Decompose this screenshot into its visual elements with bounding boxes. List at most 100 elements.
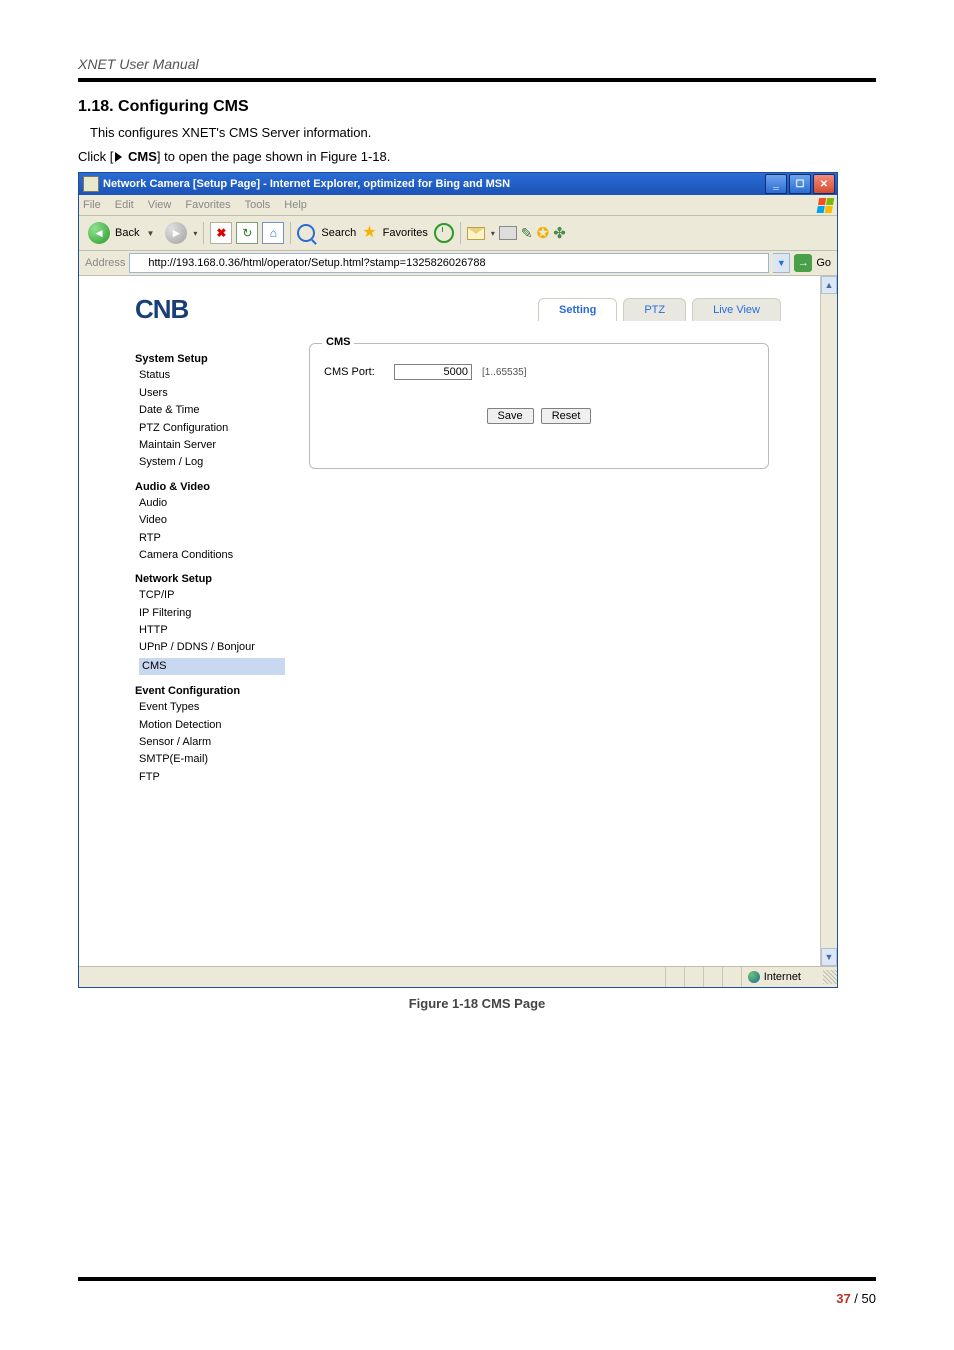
edit-icon[interactable]: ✎ [521, 225, 533, 242]
chevron-down-icon: ▼ [146, 229, 154, 238]
go-label: Go [816, 257, 831, 269]
minimize-button[interactable]: ‗ [765, 174, 787, 194]
window-title: Network Camera [Setup Page] - Internet E… [103, 178, 765, 190]
sidebar-item-systemlog[interactable]: System / Log [139, 455, 285, 470]
toolbar: ◄ Back ▼ ► ▾ ✖ ↻ ⌂ Search ★ Favorites ▾ … [79, 216, 837, 251]
sidebar-item-upnp[interactable]: UPnP / DDNS / Bonjour [139, 640, 285, 655]
sidebar-item-status[interactable]: Status [139, 368, 285, 383]
menu-help[interactable]: Help [284, 199, 307, 211]
menu-tools[interactable]: Tools [245, 199, 271, 211]
home-button[interactable]: ⌂ [262, 222, 284, 244]
fwd-dd[interactable]: ▾ [193, 229, 197, 238]
sidebar-item-datetime[interactable]: Date & Time [139, 403, 285, 418]
intro-text: This configures XNET's CMS Server inform… [90, 124, 876, 142]
address-bar: Address http://193.168.0.36/html/operato… [79, 251, 837, 276]
search-label[interactable]: Search [321, 227, 356, 239]
maximize-button[interactable]: ☐ [789, 174, 811, 194]
scroll-down-icon[interactable]: ▼ [821, 948, 837, 966]
menu-view[interactable]: View [148, 199, 172, 211]
cms-port-range: [1..65535] [482, 367, 526, 378]
menu-favorites[interactable]: Favorites [185, 199, 230, 211]
sidebar-item-ipfilter[interactable]: IP Filtering [139, 606, 285, 621]
addons-icon[interactable]: ✤ [553, 224, 566, 242]
tab-setting[interactable]: Setting [538, 298, 617, 321]
menu-edit[interactable]: Edit [115, 199, 134, 211]
sidebar: System Setup Status Users Date & Time PT… [135, 343, 285, 787]
address-input[interactable]: http://193.168.0.36/html/operator/Setup.… [129, 253, 769, 273]
sidebar-item-video[interactable]: Video [139, 513, 285, 528]
titlebar: Network Camera [Setup Page] - Internet E… [79, 173, 837, 195]
stop-button[interactable]: ✖ [210, 222, 232, 244]
ie-page-icon [83, 176, 99, 192]
figure-caption: Figure 1-18 CMS Page [78, 996, 876, 1011]
go-button[interactable]: → [794, 254, 812, 272]
section-title: 1.18. Configuring CMS [78, 98, 876, 116]
sidebar-group-event: Event Configuration [135, 685, 285, 697]
back-button[interactable]: ◄ Back ▼ [85, 219, 161, 247]
history-icon[interactable] [434, 223, 454, 243]
forward-button[interactable]: ► [165, 222, 187, 244]
status-cell [665, 967, 684, 987]
status-zone-text: Internet [764, 971, 801, 983]
sidebar-item-cms[interactable]: CMS [139, 658, 285, 675]
reset-button[interactable]: Reset [541, 408, 592, 424]
sidebar-item-rtp[interactable]: RTP [139, 531, 285, 546]
header-rule [78, 78, 876, 82]
triangle-icon [115, 152, 122, 162]
scroll-up-icon[interactable]: ▲ [821, 276, 837, 294]
tab-ptz[interactable]: PTZ [623, 298, 686, 321]
sidebar-item-eventtypes[interactable]: Event Types [139, 700, 285, 715]
sidebar-item-http[interactable]: HTTP [139, 623, 285, 638]
cms-port-input[interactable] [394, 364, 472, 380]
back-label: Back [115, 227, 139, 239]
sidebar-item-ftp[interactable]: FTP [139, 770, 285, 785]
sidebar-group-network: Network Setup [135, 573, 285, 585]
sidebar-item-smtp[interactable]: SMTP(E-mail) [139, 752, 285, 767]
tab-liveview[interactable]: Live View [692, 298, 781, 321]
resize-grip-icon[interactable] [823, 970, 837, 984]
click-prefix: Click [ [78, 149, 113, 164]
back-icon: ◄ [88, 222, 110, 244]
status-cell [703, 967, 722, 987]
sidebar-item-tcpip[interactable]: TCP/IP [139, 588, 285, 603]
sidebar-item-sensor[interactable]: Sensor / Alarm [139, 735, 285, 750]
refresh-button[interactable]: ↻ [236, 222, 258, 244]
messenger-icon[interactable]: ✪ [537, 224, 550, 242]
separator [460, 222, 461, 244]
sidebar-item-users[interactable]: Users [139, 386, 285, 401]
brand-logo: CNB [135, 294, 188, 325]
separator [203, 222, 204, 244]
mail-dd[interactable]: ▾ [491, 229, 495, 238]
close-button[interactable]: ✕ [813, 174, 835, 194]
cms-panel: CMS Port: [1..65535] Save Reset [309, 343, 769, 469]
status-page-icon [83, 970, 97, 984]
page-sep: / [851, 1291, 862, 1306]
globe-icon [748, 971, 760, 983]
separator [290, 222, 291, 244]
sidebar-item-maintain[interactable]: Maintain Server [139, 438, 285, 453]
favorites-icon: ★ [362, 225, 376, 241]
sidebar-item-ptzconfig[interactable]: PTZ Configuration [139, 421, 285, 436]
menubar: File Edit View Favorites Tools Help [79, 195, 837, 216]
favorites-label[interactable]: Favorites [383, 227, 428, 239]
sidebar-item-audio[interactable]: Audio [139, 496, 285, 511]
top-tabs: Setting PTZ Live View [532, 298, 781, 321]
status-zone: Internet [741, 967, 821, 987]
address-dropdown[interactable]: ▼ [773, 253, 790, 273]
mail-icon[interactable] [467, 227, 485, 240]
ie-window: Network Camera [Setup Page] - Internet E… [78, 172, 838, 988]
page-icon [132, 257, 145, 270]
sidebar-item-motion[interactable]: Motion Detection [139, 718, 285, 733]
address-label: Address [85, 257, 125, 269]
sidebar-item-camcond[interactable]: Camera Conditions [139, 548, 285, 563]
click-link: CMS [128, 149, 157, 164]
menu-file[interactable]: File [83, 199, 101, 211]
statusbar: Internet [79, 966, 837, 987]
click-instruction: Click [ CMS] to open the page shown in F… [78, 148, 876, 166]
address-url: http://193.168.0.36/html/operator/Setup.… [148, 257, 485, 269]
save-button[interactable]: Save [487, 408, 534, 424]
sidebar-group-av: Audio & Video [135, 481, 285, 493]
scrollbar-vertical[interactable]: ▲ ▼ [820, 276, 837, 966]
print-icon[interactable] [499, 226, 517, 240]
ms-flag-icon [816, 197, 835, 213]
